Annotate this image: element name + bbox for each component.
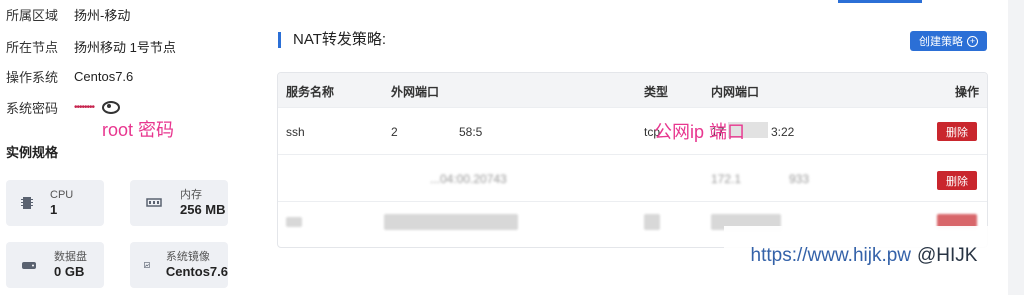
create-policy-button[interactable]: 创建策略 + [910,31,987,51]
region-row: 所属区域 扬州-移动 [6,5,130,24]
spec-card-memory: 内存 256 MB [130,180,228,226]
node-label: 所在节点 [6,40,59,55]
column-header: 内网端口 [711,85,760,99]
create-policy-label: 创建策略 [919,36,963,48]
spec-value: 0 GB [54,263,85,279]
spec-title: 实例规格 [6,145,59,160]
table-header: 服务名称 外网端口 类型 内网端口 操作 [278,73,987,107]
node-row: 所在节点 扬州移动 1号节点 [6,37,176,56]
spec-label: 系统镜像 [165,250,210,263]
node-value: 扬州移动 1号节点 [74,40,176,55]
spec-value: Centos7.6 [165,263,228,279]
spec-label: 数据盘 [54,250,87,263]
internal-port-prefix: 172.1 [711,172,742,186]
spec-value: 1 [50,201,58,217]
spec-label: 内存 [180,188,202,201]
watermark: https://www.hijk.pw @HIJK [724,226,1004,286]
service-name: ssh [286,125,305,139]
cpu-icon [21,197,33,209]
public-ip-port-annotation: 公网ip 端口 [654,122,746,142]
redaction-mask [384,214,518,230]
column-header: 操作 [955,85,980,99]
spec-card-cpu: CPU 1 [6,180,104,226]
password-label: 系统密码 [6,101,59,116]
password-mask: •••••••• [74,102,95,113]
image-icon [144,262,150,268]
root-password-annotation: root 密码 [102,120,175,140]
nat-section-title: NAT转发策略: [278,32,386,48]
spec-card-disk: 数据盘 0 GB [6,242,104,288]
external-port-prefix: 2 [391,125,398,139]
external-port-suffix: 58:5 [459,125,483,139]
os-value: Centos7.6 [74,69,134,84]
memory-icon [146,198,162,207]
table-row: ssh 2 58:5 tcp 17 3:22 删除 [278,107,987,155]
os-row: 操作系统 Centos7.6 [6,67,133,86]
disk-icon [22,262,36,269]
delete-button[interactable]: 删除 [937,122,977,141]
nat-table: 服务名称 外网端口 类型 内网端口 操作 ssh 2 58:5 tcp 17 3… [277,72,988,248]
delete-button[interactable]: 删除 [937,171,977,190]
column-header: 外网端口 [391,85,440,99]
external-port-blurred: ...04:00.20743 [430,172,507,186]
instance-info-panel: 所属区域 扬州-移动 所在节点 扬州移动 1号节点 操作系统 Centos7.6… [0,0,258,295]
redaction-mask [286,217,302,227]
spec-card-image: 系统镜像 Centos7.6 [130,242,228,288]
region-value: 扬州-移动 [74,8,131,23]
table-row: ...04:00.20743 172.1 933 删除 [278,154,987,202]
redaction-mask [644,214,660,230]
os-label: 操作系统 [6,70,59,85]
internal-port-suffix: 933 [789,172,810,186]
plus-circle-icon: + [967,35,978,47]
watermark-handle: @HIJK [917,245,978,266]
watermark-url: https://www.hijk.pw [750,245,912,266]
region-label: 所属区域 [6,8,59,23]
password-row: 系统密码 •••••••• [6,98,121,117]
column-header: 类型 [644,85,669,99]
eye-icon[interactable] [102,101,121,114]
spec-value: 256 MB [180,201,226,217]
active-tab-indicator [838,0,922,3]
spec-label: CPU [50,188,74,201]
column-header: 服务名称 [286,85,335,99]
internal-port-suffix: 3:22 [771,125,795,139]
